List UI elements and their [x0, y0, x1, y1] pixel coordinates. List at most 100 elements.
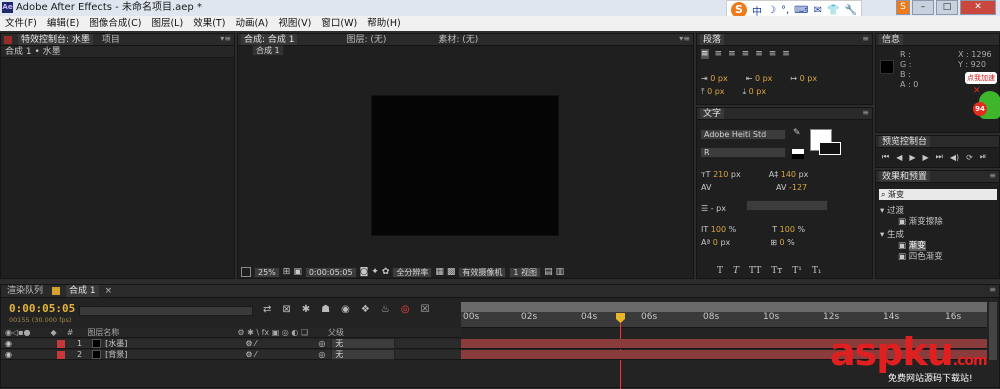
toggle-pixel-icon[interactable]: ▤ — [544, 267, 553, 277]
menu-animation[interactable]: 动画(A) — [235, 18, 268, 29]
camera-select[interactable]: 有效摄像机 — [458, 266, 507, 278]
snapshot-icon[interactable]: ◙ — [360, 267, 369, 277]
sogou-button[interactable]: S — [896, 0, 910, 15]
moon-icon[interactable]: ☽ — [767, 5, 776, 16]
mail-icon[interactable]: ✉ — [814, 5, 822, 16]
superscript-button[interactable]: T¹ — [792, 266, 802, 276]
keyboard-icon[interactable]: ⌨ — [794, 5, 808, 16]
draft-3d-icon[interactable]: ⊠ — [282, 304, 290, 315]
visibility-icon[interactable]: ◉ — [5, 339, 12, 348]
work-area-bar[interactable] — [461, 302, 987, 312]
panel-lock-icon[interactable] — [4, 35, 12, 44]
tab-paragraph[interactable]: 段落 — [700, 34, 725, 45]
transparency-grid-icon[interactable]: ▩ — [447, 267, 456, 277]
subscript-button[interactable]: T₁ — [812, 266, 822, 276]
parent-header[interactable]: 父级 — [328, 327, 344, 338]
indent-left-value[interactable]: 0 px — [710, 74, 727, 83]
prev-frame-icon[interactable]: ◀ — [896, 153, 902, 162]
font-style-select[interactable]: R — [700, 147, 786, 158]
panel-menu-icon[interactable]: ≡ — [862, 34, 869, 43]
align-right-icon[interactable]: ≡ — [728, 49, 736, 59]
tab-preview[interactable]: 预览控制台 — [879, 136, 931, 147]
parent-select[interactable]: 无 — [331, 349, 396, 360]
menu-effect[interactable]: 效果(T) — [193, 18, 225, 29]
menu-view[interactable]: 视图(V) — [278, 18, 311, 29]
justify-right-icon[interactable]: ≡ — [769, 49, 777, 59]
layer-switches[interactable]: ⚙ ⁄ — [245, 350, 256, 359]
always-preview-icon[interactable] — [241, 267, 251, 277]
play-icon[interactable]: ▶ — [909, 153, 915, 162]
stroke-order-select[interactable] — [745, 200, 828, 211]
tab-effects-presets[interactable]: 效果和预置 — [879, 171, 931, 182]
parent-pickwhip-icon[interactable]: ◎ — [318, 339, 325, 348]
menu-help[interactable]: 帮助(H) — [367, 18, 401, 29]
show-snapshot-icon[interactable]: ✦ — [371, 267, 379, 277]
tab-close-icon[interactable]: × — [105, 286, 113, 296]
safe-area-icon[interactable]: ▣ — [293, 267, 302, 277]
layer-name[interactable]: [背景] — [105, 349, 127, 360]
tree-item-four-color[interactable]: ▣ 四色渐变 — [880, 252, 943, 263]
tsume-value[interactable]: 0 — [780, 238, 785, 247]
close-button[interactable]: ✕ — [960, 0, 996, 15]
tab-project[interactable]: 项目 — [99, 34, 123, 45]
tab-character[interactable]: 文字 — [700, 108, 725, 119]
indent-first-value[interactable]: 0 px — [800, 74, 817, 83]
small-caps-button[interactable]: Tт — [771, 266, 782, 276]
ram-preview-icon[interactable]: ⏯ — [980, 152, 986, 162]
resolution-select[interactable]: 全分辨率 — [392, 266, 433, 278]
grid-icon[interactable]: ⊞ — [283, 267, 291, 277]
layer-label-color[interactable] — [56, 350, 65, 359]
justify-left-icon[interactable]: ≡ — [742, 49, 750, 59]
tab-footage[interactable]: 素材: (无) — [435, 34, 481, 45]
panel-menu-icon[interactable]: ≡ — [989, 171, 996, 180]
last-frame-icon[interactable]: ⏭ — [936, 152, 943, 162]
panel-menu-icon[interactable]: ▾≡ — [679, 34, 690, 43]
layer-name[interactable]: [水墨] — [105, 338, 127, 349]
justify-center-icon[interactable]: ≡ — [755, 49, 763, 59]
zoom-select[interactable]: 25% — [254, 266, 280, 278]
stroke-color-swatch[interactable] — [819, 142, 841, 155]
parent-pickwhip-icon[interactable]: ◎ — [318, 350, 325, 359]
next-frame-icon[interactable]: ▶ — [923, 153, 929, 162]
tab-layer[interactable]: 图层: (无) — [343, 34, 389, 45]
tree-group-transition[interactable]: ▾ 过渡 — [880, 206, 943, 217]
color-channels-icon[interactable]: ✿ — [382, 267, 390, 277]
audio-icon[interactable]: ◀) — [950, 153, 959, 162]
auto-keyframe-icon[interactable]: ◎ — [401, 304, 410, 315]
render-icon[interactable]: ▥ — [556, 267, 565, 277]
font-size-value[interactable]: 210 — [713, 170, 728, 179]
eyedropper-icon[interactable]: ✎ — [793, 128, 801, 138]
composition-canvas[interactable] — [371, 95, 559, 236]
align-center-icon[interactable]: ≡ — [715, 49, 723, 59]
comp-subtab[interactable]: 合成 1 — [252, 45, 284, 56]
stroke-width-unit[interactable]: - px — [711, 204, 726, 213]
layer-switches[interactable]: ⚙ ⁄ — [245, 339, 256, 348]
leading-value[interactable]: 140 — [781, 170, 796, 179]
tree-item-ramp[interactable]: ▣ 渐变 — [880, 241, 943, 252]
comp-timecode[interactable]: 0:00:05:05 — [304, 266, 357, 278]
tab-render-queue[interactable]: 渲染队列 — [4, 285, 46, 297]
frame-blending-icon[interactable]: ☗ — [321, 304, 330, 315]
effects-search-input[interactable]: ⌕ 渐变 — [879, 189, 997, 200]
tree-item-gradient-wipe[interactable]: ▣ 渐变擦除 — [880, 217, 943, 228]
tab-comp-1[interactable]: 合成 1 — [66, 285, 99, 297]
faux-italic-button[interactable]: T — [733, 266, 739, 276]
loop-icon[interactable]: ⟳ — [966, 153, 973, 162]
motion-blur-icon[interactable]: ◉ — [341, 304, 350, 315]
minimize-button[interactable]: – — [912, 0, 934, 15]
layer-label-color[interactable] — [56, 339, 65, 348]
indent-right-value[interactable]: 0 px — [755, 74, 772, 83]
views-select[interactable]: 1 视图 — [509, 266, 542, 278]
first-frame-icon[interactable]: ⏮ — [882, 152, 889, 162]
time-ruler[interactable]: 00s 02s 04s 06s 08s 10s 12s 14s 16s — [461, 312, 987, 328]
panel-menu-icon[interactable]: ▾≡ — [220, 34, 231, 43]
visibility-icon[interactable]: ◉ — [5, 350, 12, 359]
skin-icon[interactable]: 👕 — [827, 5, 839, 16]
horizontal-scale-value[interactable]: 100 — [780, 225, 795, 234]
baseline-shift-value[interactable]: 0 — [713, 238, 718, 247]
justify-all-icon[interactable]: ≡ — [782, 49, 790, 59]
maximize-button[interactable]: □ — [936, 0, 958, 15]
tab-composition[interactable]: 合成: 合成 1 — [241, 34, 298, 45]
brainstorm-icon[interactable]: ❖ — [361, 304, 370, 315]
menu-file[interactable]: 文件(F) — [5, 18, 37, 29]
